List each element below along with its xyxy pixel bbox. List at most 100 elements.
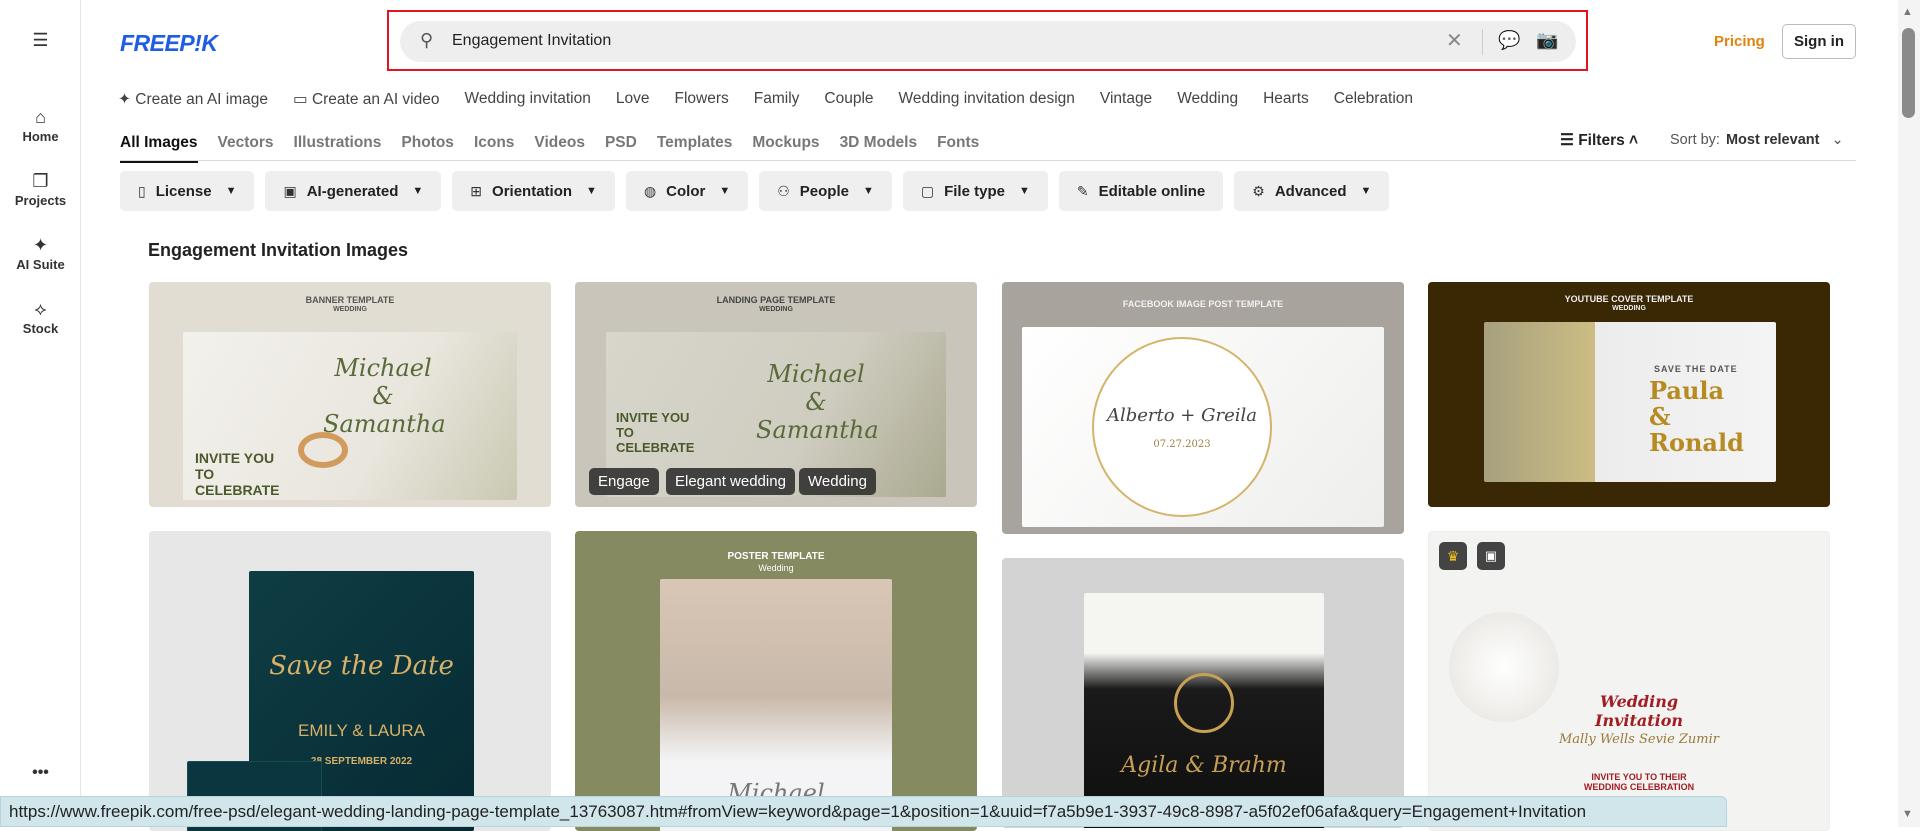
chevron-down-icon: ▼: [412, 185, 424, 197]
tag-badge[interactable]: Engage: [589, 468, 659, 495]
suggestion-link[interactable]: Wedding: [1177, 90, 1238, 109]
couple-names: EMILY & LAURA: [298, 721, 425, 740]
chevron-up-icon: ˄: [1624, 132, 1639, 149]
link-status-bar: https://www.freepik.com/free-psd/elegant…: [0, 796, 1727, 827]
scrollbar[interactable]: [1898, 0, 1920, 827]
pricing-link[interactable]: Pricing: [1714, 33, 1765, 50]
suggestion-link[interactable]: Celebration: [1334, 90, 1413, 109]
tab-fonts[interactable]: Fonts: [937, 134, 979, 152]
couple-names: Michael & Samantha: [756, 360, 879, 444]
result-tile[interactable]: Agila & Brahm: [1002, 558, 1404, 828]
chip-label: License: [155, 182, 212, 200]
chip-label: Editable online: [1098, 182, 1206, 200]
clear-search-icon[interactable]: ✕: [1446, 28, 1463, 53]
sidebar-item-label: AI Suite: [16, 257, 65, 272]
invitation-title: Wedding Invitation: [1594, 692, 1684, 730]
suggestion-link[interactable]: Wedding invitation design: [899, 90, 1075, 109]
search-input[interactable]: Engagement Invitation: [452, 32, 611, 50]
suggestion-link[interactable]: Love: [616, 90, 650, 109]
suggestion-link[interactable]: Vintage: [1100, 90, 1152, 109]
sidebar-item-ai-suite[interactable]: ✦ AI Suite: [0, 233, 81, 272]
license-filter[interactable]: ▯ License ▼: [120, 171, 255, 211]
freepik-logo[interactable]: FREEP!K: [120, 30, 218, 57]
tab-3d-models[interactable]: 3D Models: [840, 134, 918, 152]
hamburger-icon: ☰: [32, 30, 49, 50]
stock-icon: ⟡: [34, 299, 47, 319]
sidebar-item-stock[interactable]: ⟡ Stock: [0, 297, 81, 336]
tab-mockups[interactable]: Mockups: [752, 134, 819, 152]
suggestion-link[interactable]: Family: [754, 90, 800, 109]
result-tile[interactable]: POSTER TEMPLATE Wedding Michael: [575, 531, 977, 831]
suggestion-link[interactable]: Couple: [824, 90, 873, 109]
couple-names: Michael & Samantha: [323, 354, 446, 438]
tab-divider: [120, 160, 1856, 161]
cta-text: INVITE YOU TO CELEBRATE: [195, 450, 280, 498]
chip-label: Color: [666, 182, 706, 200]
suggestion-label: Create an AI video: [311, 91, 440, 108]
sort-label: Sort by:: [1670, 132, 1720, 148]
tab-psd[interactable]: PSD: [605, 134, 637, 152]
tab-icons[interactable]: Icons: [474, 134, 514, 152]
ai-generated-icon: ▣: [1477, 542, 1505, 570]
projects-icon: ❐: [32, 171, 49, 191]
tab-illustrations[interactable]: Illustrations: [294, 134, 382, 152]
tile-title: BANNER TEMPLATE: [305, 295, 395, 305]
more-button[interactable]: •••: [0, 764, 81, 782]
video-icon: ▭: [293, 91, 312, 108]
ai-chat-search-icon[interactable]: 💬: [1498, 30, 1520, 51]
result-tile[interactable]: LANDING PAGE TEMPLATE WEDDING Michael & …: [575, 282, 977, 507]
sidebar-item-projects[interactable]: ❐ Projects: [0, 169, 81, 208]
search-bar[interactable]: ⚲ Engagement Invitation ✕ 💬 📷: [400, 21, 1576, 62]
asset-type-tabs: All Images Vectors Illustrations Photos …: [120, 134, 979, 163]
suggestion-label: Create an AI image: [135, 91, 268, 108]
chip-label: File type: [944, 182, 1005, 200]
sidebar-item-home[interactable]: ⌂ Home: [0, 105, 81, 144]
result-tile[interactable]: Save the Date EMILY & LAURA 28 SEPTEMBER…: [149, 531, 551, 831]
tile-subtitle: WEDDING: [759, 306, 793, 313]
tab-vectors[interactable]: Vectors: [218, 134, 274, 152]
people-filter[interactable]: ⚇ People ▼: [759, 171, 892, 211]
tag-badge[interactable]: Wedding: [799, 468, 876, 495]
chevron-down-icon: ⌄: [1831, 132, 1844, 148]
advanced-filter[interactable]: ⚙ Advanced ▼: [1234, 171, 1390, 211]
scrollbar-thumb[interactable]: [1902, 28, 1915, 118]
suggestion-link[interactable]: Hearts: [1263, 90, 1309, 109]
color-filter[interactable]: ◍ Color ▼: [625, 171, 749, 211]
suggestion-link[interactable]: Wedding invitation: [464, 90, 590, 109]
editable-online-filter[interactable]: ✎ Editable online: [1058, 171, 1224, 211]
tile-title: LANDING PAGE TEMPLATE: [716, 295, 836, 305]
menu-button[interactable]: ☰: [0, 28, 81, 52]
file-type-filter[interactable]: ▢ File type ▼: [902, 171, 1048, 211]
sort-value: Most relevant: [1725, 132, 1820, 148]
brush-icon: ✎: [1076, 182, 1089, 199]
tab-templates[interactable]: Templates: [657, 134, 733, 152]
sign-in-button[interactable]: Sign in: [1782, 24, 1856, 59]
result-tile[interactable]: YOUTUBE COVER TEMPLATE WEDDING SAVE THE …: [1428, 282, 1830, 507]
create-ai-image-link[interactable]: ✦ Create an AI image: [118, 90, 268, 109]
scroll-up-icon[interactable]: ▲: [1902, 6, 1913, 18]
sidebar-item-label: Home: [22, 129, 59, 144]
file-icon: ▢: [920, 182, 935, 199]
ai-generated-filter[interactable]: ▣ AI-generated ▼: [265, 171, 442, 211]
sort-dropdown[interactable]: Sort by: Most relevant ⌄: [1670, 132, 1844, 148]
tile-title: FACEBOOK IMAGE POST TEMPLATE: [1122, 299, 1284, 309]
tag-badge[interactable]: Elegant wedding: [666, 468, 795, 495]
result-tile[interactable]: FACEBOOK IMAGE POST TEMPLATE Alberto + G…: [1002, 282, 1404, 534]
template-preview: SAVE THE DATE Paula & Ronald: [1484, 322, 1776, 482]
orientation-filter[interactable]: ⊞ Orientation ▼: [452, 171, 615, 211]
sidebar-item-label: Projects: [14, 193, 67, 208]
result-tile[interactable]: BANNER TEMPLATE WEDDING Michael & Samant…: [149, 282, 551, 507]
create-ai-video-link[interactable]: ▭ Create an AI video: [293, 90, 439, 109]
result-tile[interactable]: ♛ ▣ Wedding Invitation Mally Wells Sevie…: [1428, 531, 1830, 831]
chip-label: People: [799, 182, 849, 200]
suggestion-link[interactable]: Flowers: [675, 90, 729, 109]
camera-search-icon[interactable]: 📷: [1536, 30, 1558, 51]
ai-icon: ▣: [283, 182, 297, 199]
scroll-down-icon[interactable]: ▼: [1902, 808, 1913, 820]
tab-all-images[interactable]: All Images: [120, 134, 198, 163]
tab-videos[interactable]: Videos: [534, 134, 585, 152]
couple-names: Mally Wells Sevie Zumir: [1559, 732, 1719, 747]
save-the-date-script: Save the Date: [269, 651, 454, 681]
tab-photos[interactable]: Photos: [401, 134, 454, 152]
filters-toggle[interactable]: ☰ Filters ˄: [1560, 131, 1638, 150]
